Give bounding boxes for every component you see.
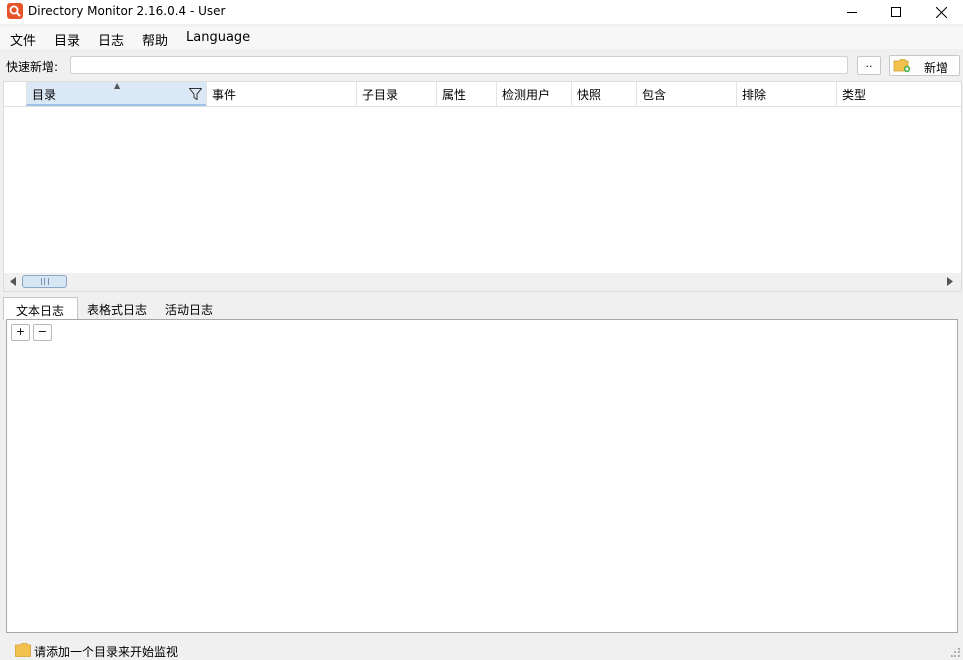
folder-icon — [15, 643, 31, 657]
grid-header: ▲ 目录 事件 子目录 属性 检测用户 快照 包含 排除 类型 — [4, 81, 961, 107]
minimize-button[interactable] — [829, 0, 875, 24]
status-text: 请添加一个目录来开始监视 — [34, 645, 179, 659]
add-button[interactable]: 新增 — [889, 55, 960, 76]
close-button[interactable] — [918, 0, 963, 24]
quick-add-input[interactable] — [70, 56, 848, 74]
tab-activity-log[interactable]: 活动日志 — [158, 297, 228, 319]
browse-button[interactable]: .. — [857, 56, 881, 75]
column-subdirectory[interactable]: 子目录 — [356, 82, 436, 106]
menu-directory[interactable]: 目录 — [54, 30, 80, 49]
close-icon — [935, 6, 947, 18]
column-exclude[interactable]: 排除 — [736, 82, 836, 106]
resize-grip-icon[interactable] — [951, 648, 961, 658]
maximize-icon — [891, 7, 901, 17]
menu-help[interactable]: 帮助 — [142, 30, 168, 49]
menu-file[interactable]: 文件 — [10, 30, 36, 49]
maximize-button[interactable] — [873, 0, 919, 24]
menu-log[interactable]: 日志 — [98, 30, 124, 49]
directory-grid[interactable]: ▲ 目录 事件 子目录 属性 检测用户 快照 包含 排除 类型 — [3, 81, 962, 292]
app-search-icon — [7, 3, 23, 19]
minimize-icon — [847, 12, 857, 13]
column-event[interactable]: 事件 — [206, 82, 356, 106]
menu-bar: 文件 目录 日志 帮助 Language — [0, 27, 963, 49]
row-header-corner — [4, 82, 26, 106]
column-attributes[interactable]: 属性 — [436, 82, 496, 106]
tab-table-log[interactable]: 表格式日志 — [78, 297, 158, 319]
new-folder-icon — [893, 59, 911, 73]
collapse-button[interactable]: − — [33, 324, 52, 341]
text-log-panel[interactable]: + − — [6, 319, 958, 633]
scroll-grip-icon — [41, 278, 49, 285]
title-bar: Directory Monitor 2.16.0.4 - User — [0, 0, 963, 24]
column-detect-user[interactable]: 检测用户 — [496, 82, 571, 106]
expand-button[interactable]: + — [11, 324, 30, 341]
horizontal-scrollbar[interactable] — [4, 273, 961, 291]
sort-ascending-icon: ▲ — [114, 81, 121, 90]
status-bar: 请添加一个目录来开始监视 — [0, 640, 963, 660]
column-snapshot[interactable]: 快照 — [571, 82, 636, 106]
filter-icon[interactable] — [189, 88, 202, 100]
add-button-label: 新增 — [924, 61, 949, 75]
scroll-right-icon[interactable] — [947, 277, 953, 286]
column-include[interactable]: 包含 — [636, 82, 736, 106]
quick-add-label: 快速新增: — [6, 60, 59, 74]
window-title: Directory Monitor 2.16.0.4 - User — [28, 4, 226, 18]
menu-language[interactable]: Language — [186, 30, 250, 45]
scroll-left-icon[interactable] — [10, 277, 16, 286]
tab-text-log[interactable]: 文本日志 — [3, 297, 78, 320]
column-directory[interactable]: ▲ 目录 — [26, 81, 206, 106]
quick-add-bar: 快速新增: .. 新增 — [0, 51, 963, 79]
column-type[interactable]: 类型 — [836, 82, 961, 106]
